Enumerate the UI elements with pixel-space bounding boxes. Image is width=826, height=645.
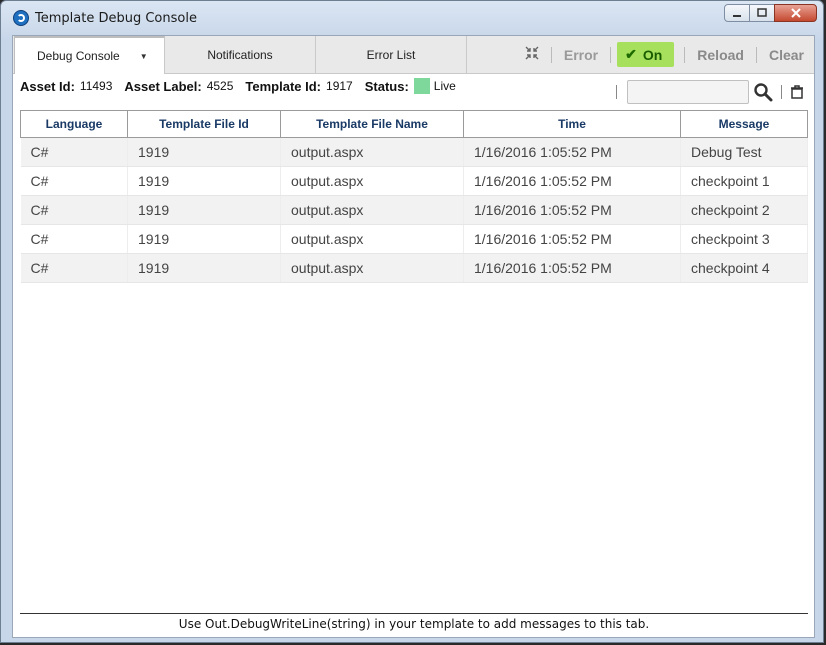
- maximize-button[interactable]: [749, 4, 775, 22]
- trash-icon[interactable]: [790, 85, 804, 99]
- cell-template-file-id: 1919: [127, 224, 281, 254]
- asset-id-label: Asset Id:: [20, 78, 75, 94]
- cell-language: C#: [20, 195, 128, 225]
- column-header-template-file-id[interactable]: Template File Id: [127, 110, 281, 138]
- table-header-row: Language Template File Id Template File …: [20, 110, 808, 138]
- asset-id-value: 11493: [79, 79, 113, 93]
- asset-label-value: 4525: [206, 79, 234, 93]
- cell-time: 1/16/2016 1:05:52 PM: [463, 195, 681, 225]
- status-indicator: [413, 78, 430, 94]
- search-input[interactable]: [627, 80, 749, 104]
- cell-template-file-name: output.aspx: [280, 195, 464, 225]
- cell-template-file-name: output.aspx: [280, 166, 464, 196]
- tab-error-list[interactable]: Error List: [316, 36, 467, 73]
- toolbar-separator: [684, 46, 686, 63]
- template-id-label: Template Id:: [245, 78, 322, 94]
- console-panel: Debug Console ▼ Notifications Error List…: [12, 35, 815, 638]
- cell-template-file-id: 1919: [127, 166, 281, 196]
- on-toggle-button[interactable]: ✔ On: [617, 42, 675, 67]
- search-area: [612, 80, 804, 104]
- shrink-icon: [525, 46, 539, 60]
- tab-label: Debug Console: [37, 49, 120, 63]
- cell-time: 1/16/2016 1:05:52 PM: [463, 137, 681, 167]
- footer-hint: Use Out.DebugWriteLine(string) in your t…: [20, 613, 808, 631]
- title-bar[interactable]: Template Debug Console: [1, 1, 823, 35]
- cell-message: checkpoint 2: [680, 195, 808, 225]
- column-header-language[interactable]: Language: [20, 110, 128, 138]
- toolbar: Error ✔ On Reload Clear: [519, 36, 814, 73]
- cell-message: Debug Test: [680, 137, 808, 167]
- error-button[interactable]: Error: [558, 47, 604, 63]
- toolbar-separator: [755, 46, 757, 63]
- cell-message: checkpoint 1: [680, 166, 808, 196]
- check-icon: ✔: [625, 46, 637, 62]
- window-controls: [724, 4, 817, 22]
- table-row[interactable]: C# 1919 output.aspx 1/16/2016 1:05:52 PM…: [20, 195, 808, 225]
- status-value: Live: [433, 79, 456, 93]
- minimize-icon: [733, 15, 741, 17]
- divider: [616, 85, 617, 99]
- close-button[interactable]: [774, 4, 817, 22]
- column-header-message[interactable]: Message: [680, 110, 808, 138]
- search-icon[interactable]: [753, 82, 773, 102]
- cell-template-file-name: output.aspx: [280, 253, 464, 283]
- status-label: Status:: [364, 78, 409, 94]
- tab-bar: Debug Console ▼ Notifications Error List…: [13, 36, 814, 74]
- toolbar-separator: [550, 46, 552, 63]
- collapse-button[interactable]: [519, 46, 545, 63]
- reload-button[interactable]: Reload: [691, 47, 750, 63]
- maximize-icon: [757, 8, 767, 17]
- asset-info-bar: Asset Id: 11493 Asset Label: 4525 Templa…: [20, 78, 468, 94]
- table-row[interactable]: C# 1919 output.aspx 1/16/2016 1:05:52 PM…: [20, 224, 808, 254]
- window-title: Template Debug Console: [35, 11, 197, 26]
- tab-label: Error List: [366, 47, 416, 62]
- cell-template-file-id: 1919: [127, 137, 281, 167]
- cell-time: 1/16/2016 1:05:52 PM: [463, 166, 681, 196]
- cell-template-file-name: output.aspx: [280, 224, 464, 254]
- cell-language: C#: [20, 253, 128, 283]
- cell-time: 1/16/2016 1:05:52 PM: [463, 253, 681, 283]
- toolbar-separator: [610, 46, 612, 63]
- cell-language: C#: [20, 166, 128, 196]
- tab-label: Notifications: [207, 47, 273, 62]
- cell-language: C#: [20, 224, 128, 254]
- template-id-value: 1917: [326, 79, 353, 93]
- clear-button[interactable]: Clear: [763, 47, 814, 63]
- cell-time: 1/16/2016 1:05:52 PM: [463, 224, 681, 254]
- debug-messages-table: Language Template File Id Template File …: [20, 110, 808, 283]
- cell-language: C#: [20, 137, 128, 167]
- tab-debug-console[interactable]: Debug Console ▼: [14, 36, 165, 74]
- tab-notifications[interactable]: Notifications: [165, 36, 316, 73]
- cell-template-file-name: output.aspx: [280, 137, 464, 167]
- cell-message: checkpoint 4: [680, 253, 808, 283]
- table-row[interactable]: C# 1919 output.aspx 1/16/2016 1:05:52 PM…: [20, 137, 808, 167]
- cell-template-file-id: 1919: [127, 195, 281, 225]
- cell-message: checkpoint 3: [680, 224, 808, 254]
- chevron-down-icon[interactable]: ▼: [140, 52, 148, 61]
- divider: [781, 85, 782, 99]
- column-header-time[interactable]: Time: [463, 110, 681, 138]
- app-logo-icon: [13, 10, 29, 26]
- table-row[interactable]: C# 1919 output.aspx 1/16/2016 1:05:52 PM…: [20, 166, 808, 196]
- on-label: On: [642, 46, 663, 63]
- table-row[interactable]: C# 1919 output.aspx 1/16/2016 1:05:52 PM…: [20, 253, 808, 283]
- close-icon: [790, 8, 801, 18]
- app-window: Template Debug Console Debug Console ▼ N…: [0, 0, 824, 643]
- cell-template-file-id: 1919: [127, 253, 281, 283]
- column-header-template-file-name[interactable]: Template File Name: [280, 110, 464, 138]
- asset-label-label: Asset Label:: [124, 78, 202, 94]
- minimize-button[interactable]: [724, 4, 750, 22]
